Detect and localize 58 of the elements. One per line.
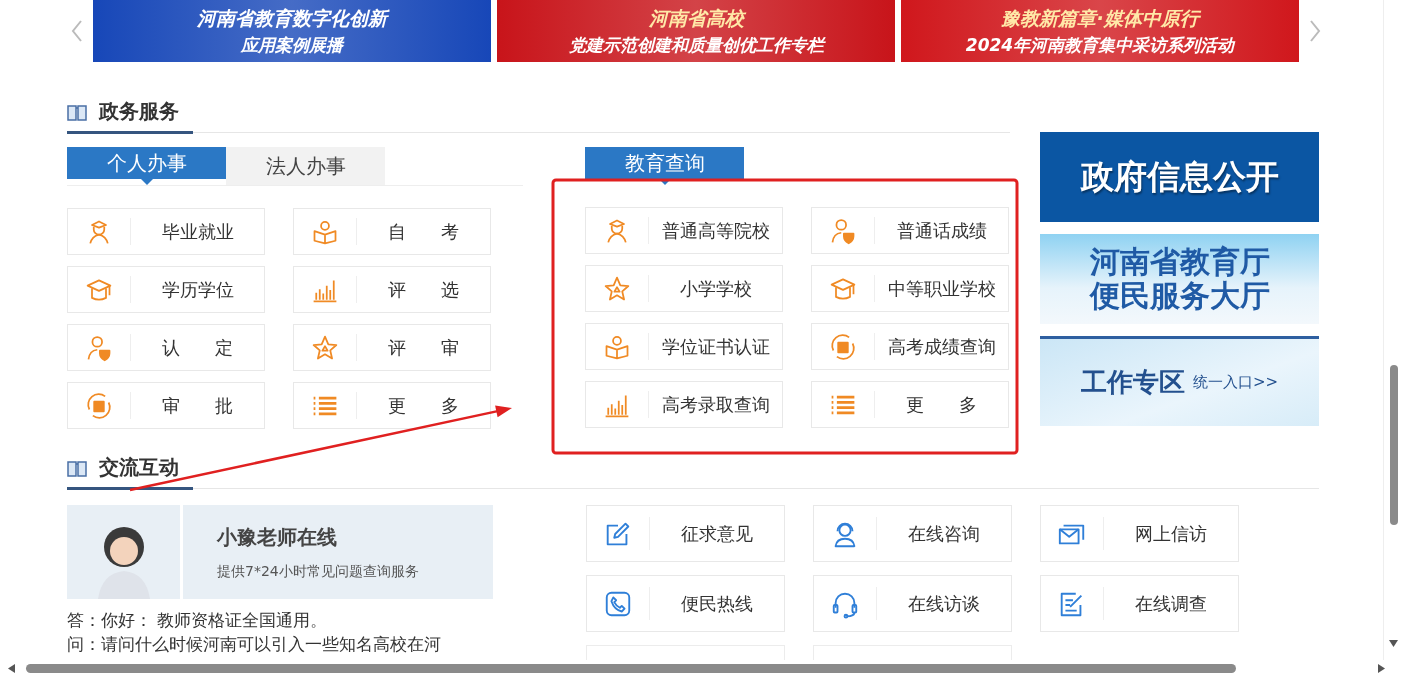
person-shield-icon — [829, 216, 857, 245]
service-link[interactable]: 高考成绩查询 — [811, 323, 1009, 370]
service-link[interactable]: 自 考 — [293, 208, 491, 255]
section-title: 政务服务 — [99, 98, 179, 125]
banner-subtitle: 应用案例展播 — [241, 33, 343, 57]
banner[interactable]: 河南省高校 党建示范创建和质量创优工作专栏 — [497, 0, 895, 62]
scroll-left-arrow-icon[interactable] — [8, 663, 15, 673]
scroll-right-arrow-icon[interactable] — [1378, 663, 1385, 673]
service-link[interactable]: 网上信访 — [1040, 505, 1239, 562]
gov-info-link[interactable]: 政府信息公开 — [1040, 132, 1319, 222]
building-circle-icon — [85, 391, 113, 420]
service-link[interactable]: 更 多 — [293, 382, 491, 429]
scrollbar-thumb[interactable] — [1390, 365, 1398, 525]
chevron-right-icon[interactable] — [1309, 19, 1321, 43]
service-link[interactable]: 征求意见 — [586, 505, 785, 562]
tab[interactable]: 个人办事 — [67, 147, 226, 179]
service-link[interactable]: 普通话成绩 — [811, 207, 1009, 254]
banner[interactable]: 豫教新篇章·媒体中原行 2024年河南教育集中采访系列活动 — [901, 0, 1299, 62]
star-icon — [311, 333, 339, 362]
service-link[interactable]: 学历学位 — [67, 266, 265, 313]
chevron-left-icon[interactable] — [71, 19, 83, 43]
tab[interactable]: 法人办事 — [226, 147, 385, 185]
work-zone-link[interactable]: 工作专区 统一入口>> — [1040, 336, 1319, 426]
building-circle-icon — [829, 332, 857, 361]
banner-subtitle: 2024年河南教育集中采访系列活动 — [965, 33, 1235, 57]
banner[interactable]: 河南省教育数字化创新 应用案例展播 — [93, 0, 491, 62]
section-title: 交流互动 — [99, 454, 179, 481]
service-link[interactable]: 中等职业学校 — [811, 265, 1009, 312]
service-link[interactable]: 普通高等院校 — [585, 207, 783, 254]
service-link[interactable]: 在线调查 — [1040, 575, 1239, 632]
service-link[interactable]: 评 选 — [293, 266, 491, 313]
tab-pointer-icon — [140, 179, 153, 185]
banner-title: 豫教新篇章·媒体中原行 — [1001, 5, 1199, 31]
book-icon — [67, 458, 87, 477]
service-link[interactable]: 学位证书认证 — [585, 323, 783, 370]
service-link[interactable]: 评 审 — [293, 324, 491, 371]
banner-title: 河南省高校 — [648, 5, 744, 31]
service-link[interactable]: 审 批 — [67, 382, 265, 429]
teacher-title: 小豫老师在线 — [217, 523, 338, 551]
service-link[interactable]: 便民热线 — [586, 575, 785, 632]
qa-text: 问：请问什么时候河南可以引入一些知名高校在河 — [67, 633, 442, 656]
service-link[interactable]: 在线咨询 — [813, 505, 1012, 562]
service-link[interactable]: 高考录取查询 — [585, 381, 783, 428]
service-link[interactable]: 更 多 — [811, 381, 1009, 428]
service-link[interactable]: 认 定 — [67, 324, 265, 371]
service-link[interactable]: 毕业就业 — [67, 208, 265, 255]
scrollbar-thumb[interactable] — [26, 663, 1236, 673]
scroll-down-arrow-icon[interactable] — [1389, 640, 1398, 647]
star-icon — [603, 274, 631, 303]
service-hall-link[interactable]: 河南省教育厅 便民服务大厅 — [1040, 234, 1319, 324]
book-icon — [67, 102, 87, 121]
teacher-description: 提供7*24小时常见问题查询服务 — [217, 562, 420, 581]
qa-text: 答：你好： 教师资格证全国通用。 — [67, 609, 329, 632]
person-shield-icon — [85, 333, 113, 362]
tab[interactable]: 教育查询 — [585, 147, 744, 179]
service-link[interactable]: 小学学校 — [585, 265, 783, 312]
banner-subtitle: 党建示范创建和质量创优工作专栏 — [568, 33, 824, 57]
service-link[interactable]: 在线访谈 — [813, 575, 1012, 632]
